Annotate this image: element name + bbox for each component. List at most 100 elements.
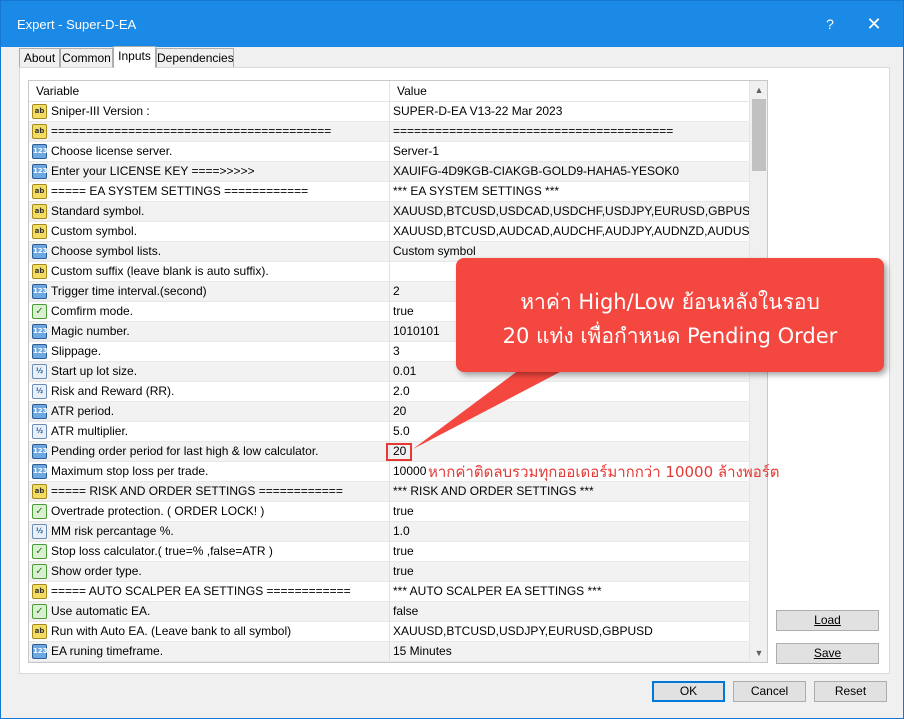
str-type-icon: ab (32, 104, 47, 119)
str-type-icon: ab (32, 184, 47, 199)
tab-about[interactable]: About (19, 48, 60, 68)
value-cell[interactable]: *** AUTO SCALPER EA SETTINGS *** (390, 582, 749, 601)
variable-cell: 123 Magic number. (29, 322, 390, 341)
tab-inputs[interactable]: Inputs (113, 46, 156, 68)
variable-cell: ab Sniper-III Version : (29, 102, 390, 121)
variable-name: ===== AUTO SCALPER EA SETTINGS =========… (51, 584, 351, 598)
variable-cell: ab ======================================… (29, 122, 390, 141)
variable-cell: ✓ Use automatic EA. (29, 602, 390, 621)
table-row[interactable]: ab ===== RISK AND ORDER SETTINGS ========… (29, 482, 749, 502)
scroll-up-icon[interactable]: ▲ (750, 81, 767, 99)
table-row[interactable]: ½ Risk and Reward (RR). 2.0 (29, 382, 749, 402)
variable-cell: ab Custom suffix (leave blank is auto suf… (29, 262, 390, 281)
table-row[interactable]: ½ MM risk percantage %. 1.0 (29, 522, 749, 542)
str-type-icon: ab (32, 584, 47, 599)
variable-name: Use automatic EA. (51, 604, 151, 618)
value-cell[interactable]: true (390, 502, 749, 521)
scroll-down-icon[interactable]: ▼ (750, 644, 767, 662)
value-cell[interactable]: false (390, 602, 749, 621)
table-row[interactable]: 123 ATR period. 20 (29, 402, 749, 422)
table-row[interactable]: ✓ Overtrade protection. ( ORDER LOCK! ) tr… (29, 502, 749, 522)
column-header-variable[interactable]: Variable (29, 81, 390, 102)
int-type-icon: 123 (32, 144, 48, 159)
value-cell[interactable]: XAUUSD,BTCUSD,USDCAD,USDCHF,USDJPY,EURUS… (390, 202, 749, 221)
variable-name: Comfirm mode. (51, 304, 134, 318)
variable-cell: 123 Enter your LICENSE KEY ====>>>>> (29, 162, 390, 181)
scroll-thumb[interactable] (752, 99, 766, 171)
ok-button[interactable]: OK (652, 681, 725, 702)
variable-cell: ½ ATR multiplier. (29, 422, 390, 441)
load-button[interactable]: Load (776, 610, 879, 631)
value-cell[interactable]: XAUIFG-4D9KGB-CIAKGB-GOLD9-HAHA5-YESOK0 (390, 162, 749, 181)
reset-button[interactable]: Reset (814, 681, 887, 702)
value-cell[interactable]: ======================================== (390, 122, 749, 141)
variable-name: Risk and Reward (RR). (51, 384, 175, 398)
int-type-icon: 123 (32, 244, 48, 259)
variable-name: ATR period. (51, 404, 115, 418)
cancel-button[interactable]: Cancel (733, 681, 806, 702)
value-cell[interactable]: SUPER-D-EA V13-22 Mar 2023 (390, 102, 749, 121)
table-header: Variable Value (29, 81, 749, 102)
table-row[interactable]: ab Run with Auto EA. (Leave bank to all s… (29, 622, 749, 642)
value-cell[interactable]: 1.0 (390, 522, 749, 541)
table-row[interactable]: ✓ Use automatic EA. false (29, 602, 749, 622)
table-row[interactable]: 123 EA runing timeframe. 15 Minutes (29, 642, 749, 662)
int-type-icon: 123 (32, 164, 48, 179)
column-header-value[interactable]: Value (390, 81, 749, 102)
variable-name: Maximum stop loss per trade. (51, 464, 209, 478)
table-row[interactable]: 123 Enter your LICENSE KEY ====>>>>> XAUIF… (29, 162, 749, 182)
value-cell[interactable]: Server-1 (390, 142, 749, 161)
table-row[interactable]: 123 Choose license server. Server-1 (29, 142, 749, 162)
variable-cell: ½ Start up lot size. (29, 362, 390, 381)
variable-cell: ab ===== RISK AND ORDER SETTINGS ========… (29, 482, 390, 501)
table-row[interactable]: ab Custom symbol. XAUUSD,BTCUSD,AUDCAD,AUD… (29, 222, 749, 242)
variable-cell: ½ Risk and Reward (RR). (29, 382, 390, 401)
variable-name: Overtrade protection. ( ORDER LOCK! ) (51, 504, 265, 518)
dbl-type-icon: ½ (32, 364, 47, 379)
value-cell[interactable]: 15 Minutes (390, 642, 749, 661)
value-cell[interactable]: XAUUSD,BTCUSD,AUDCAD,AUDCHF,AUDJPY,AUDNZ… (390, 222, 749, 241)
variable-cell: ab ===== EA SYSTEM SETTINGS ============ (29, 182, 390, 201)
table-row[interactable]: ab ===== AUTO SCALPER EA SETTINGS =======… (29, 582, 749, 602)
value-cell[interactable]: true (390, 562, 749, 581)
help-button[interactable]: ? (815, 11, 845, 37)
variable-cell: ab Run with Auto EA. (Leave bank to all s… (29, 622, 390, 641)
dbl-type-icon: ½ (32, 424, 47, 439)
variable-name: ======================================== (51, 124, 332, 138)
tab-dependencies[interactable]: Dependencies (156, 48, 234, 68)
value-cell[interactable]: *** RISK AND ORDER SETTINGS *** (390, 482, 749, 501)
dbl-type-icon: ½ (32, 524, 47, 539)
table-row[interactable]: ½ ATR multiplier. 5.0 (29, 422, 749, 442)
bool-type-icon: ✓ (32, 544, 47, 559)
variable-name: Slippage. (51, 344, 102, 358)
callout-pointer (413, 361, 581, 449)
bool-type-icon: ✓ (32, 504, 47, 519)
str-type-icon: ab (32, 264, 47, 279)
table-row[interactable]: ✓ Show order type. true (29, 562, 749, 582)
close-button[interactable]: ✕ (859, 11, 889, 37)
save-button[interactable]: Save (776, 643, 879, 664)
variable-cell: 123 EA runing timeframe. (29, 642, 390, 661)
variable-name: Custom suffix (leave blank is auto suffi… (51, 264, 269, 278)
table-row[interactable]: ✓ Stop loss calculator.( true=% ,false=AT… (29, 542, 749, 562)
str-type-icon: ab (32, 484, 47, 499)
variable-name: Pending order period for last high & low… (51, 444, 319, 458)
variable-name: Start up lot size. (51, 364, 138, 378)
value-cell[interactable]: *** EA SYSTEM SETTINGS *** (390, 182, 749, 201)
variable-cell: ab ===== AUTO SCALPER EA SETTINGS =======… (29, 582, 390, 601)
variable-cell: ✓ Show order type. (29, 562, 390, 581)
str-type-icon: ab (32, 624, 47, 639)
variable-name: MM risk percantage %. (51, 524, 174, 538)
value-cell[interactable]: XAUUSD,BTCUSD,USDJPY,EURUSD,GBPUSD (390, 622, 749, 641)
str-type-icon: ab (32, 124, 47, 139)
variable-cell: ½ MM risk percantage %. (29, 522, 390, 541)
variable-cell: 123 Pending order period for last high & … (29, 442, 390, 461)
table-row[interactable]: ab ======================================… (29, 122, 749, 142)
table-row[interactable]: ab Sniper-III Version : SUPER-D-EA V13-22 … (29, 102, 749, 122)
table-row[interactable]: 123 Pending order period for last high & … (29, 442, 749, 462)
value-cell[interactable]: true (390, 542, 749, 561)
variable-name: Custom symbol. (51, 224, 138, 238)
tab-common[interactable]: Common (60, 48, 113, 68)
table-row[interactable]: ab Standard symbol. XAUUSD,BTCUSD,USDCAD,U… (29, 202, 749, 222)
table-row[interactable]: ab ===== EA SYSTEM SETTINGS ============ *… (29, 182, 749, 202)
